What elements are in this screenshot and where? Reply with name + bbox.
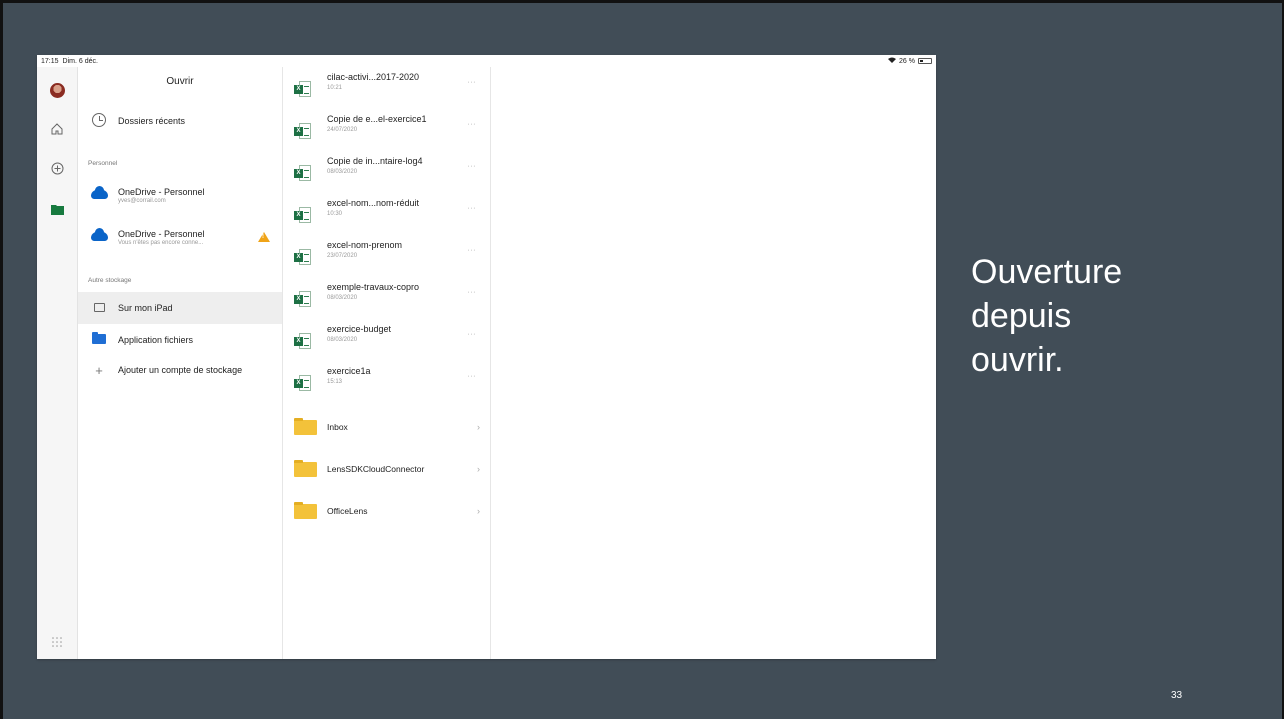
- file-row[interactable]: X exemple-travaux-copro 08/03/2020 ···: [284, 279, 490, 319]
- file-date: 10:30: [327, 211, 343, 217]
- plus-icon: +: [95, 362, 103, 378]
- file-name: exercice-budget: [327, 324, 392, 334]
- file-row[interactable]: X exercice-budget 08/03/2020 ···: [284, 321, 490, 361]
- warning-icon: !: [258, 232, 270, 242]
- section-other-storage: Autre stockage: [88, 277, 132, 284]
- more-icon[interactable]: ···: [468, 331, 477, 338]
- file-name: exercice1a: [327, 366, 371, 376]
- chevron-right-icon: ›: [477, 506, 480, 516]
- open-panel: Ouvrir Dossiers récents Personnel OneDri…: [78, 67, 283, 659]
- onedrive-personal-item[interactable]: OneDrive - Personnel yves@corrail.com: [78, 177, 282, 213]
- status-right: 26 %: [888, 57, 932, 65]
- ipad-icon: [93, 302, 105, 312]
- excel-file-icon: X: [294, 291, 311, 307]
- avatar[interactable]: [50, 83, 65, 98]
- onedrive-account: yves@corrail.com: [118, 197, 166, 204]
- home-icon[interactable]: [49, 123, 65, 139]
- status-date: Dim. 6 déc.: [62, 57, 98, 65]
- excel-file-icon: X: [294, 375, 311, 391]
- more-icon[interactable]: ···: [468, 289, 477, 296]
- open-folder-icon[interactable]: [49, 203, 65, 219]
- recent-folders-label: Dossiers récents: [118, 116, 186, 126]
- file-name: excel-nom...nom-réduit: [327, 198, 420, 208]
- excel-file-icon: X: [294, 333, 311, 349]
- folder-name: LensSDKCloudConnector: [327, 464, 425, 474]
- on-ipad-label: Sur mon iPad: [118, 303, 173, 313]
- page-number: 33: [1171, 690, 1183, 701]
- more-icon[interactable]: ···: [468, 205, 477, 212]
- file-row[interactable]: X excel-nom...nom-réduit 10:30 ···: [284, 195, 490, 235]
- section-personal: Personnel: [88, 160, 118, 167]
- onedrive-personal-item-2[interactable]: OneDrive - Personnel Vous n'êtes pas enc…: [78, 219, 282, 255]
- on-ipad-item[interactable]: Sur mon iPad: [78, 292, 282, 324]
- onedrive-title: OneDrive - Personnel: [118, 228, 205, 239]
- file-row[interactable]: X Copie de e...el-exercice1 24/07/2020 ·…: [284, 111, 490, 151]
- caption-line: Ouverture: [971, 253, 1123, 291]
- more-icon[interactable]: ···: [468, 121, 477, 128]
- file-date: 15:13: [327, 379, 343, 385]
- add-storage-label: Ajouter un compte de stockage: [118, 365, 243, 375]
- files-app-item[interactable]: Application fichiers: [78, 324, 282, 356]
- recent-folders-item[interactable]: Dossiers récents: [78, 105, 282, 137]
- excel-file-icon: X: [294, 165, 311, 181]
- folder-row[interactable]: Inbox ›: [284, 407, 490, 447]
- folder-row[interactable]: LensSDKCloudConnector ›: [284, 449, 490, 489]
- file-name: excel-nom-prenom: [327, 240, 403, 250]
- files-app-label: Application fichiers: [118, 335, 194, 345]
- file-date: 08/03/2020: [327, 337, 358, 343]
- battery-percent: 26 %: [899, 57, 915, 65]
- excel-file-icon: X: [294, 123, 311, 139]
- folder-icon: [294, 417, 317, 435]
- caption-line: depuis: [971, 297, 1072, 335]
- file-date: 08/03/2020: [327, 169, 358, 175]
- onedrive-icon: [90, 185, 108, 199]
- file-row[interactable]: X excel-nom-prenom 23/07/2020 ···: [284, 237, 490, 277]
- file-name: Copie de e...el-exercice1: [327, 114, 427, 124]
- file-list: X cilac-activi...2017-2020 10:21 ··· X C…: [284, 67, 491, 659]
- excel-file-icon: X: [294, 207, 311, 223]
- more-icon[interactable]: ···: [468, 247, 477, 254]
- folder-icon: [294, 459, 317, 477]
- chevron-right-icon: ›: [477, 464, 480, 474]
- more-icon[interactable]: ···: [468, 79, 477, 86]
- apps-grid-icon[interactable]: [49, 635, 65, 651]
- file-date: 08/03/2020: [327, 295, 358, 301]
- file-name: Copie de in...ntaire-log4: [327, 156, 423, 166]
- slide-caption: Ouverture depuis ouvrir.: [971, 250, 1211, 382]
- clock-icon: [92, 113, 106, 127]
- file-date: 24/07/2020: [327, 127, 358, 133]
- status-bar: 17:15 Dim. 6 déc. 26 %: [37, 55, 936, 67]
- file-name: exemple-travaux-copro: [327, 282, 420, 292]
- folder-row[interactable]: OfficeLens ›: [284, 491, 490, 531]
- caption-line: ouvrir.: [971, 341, 1064, 379]
- onedrive-title: OneDrive - Personnel: [118, 186, 205, 197]
- battery-icon: [918, 58, 932, 64]
- ipad-screenshot: 17:15 Dim. 6 déc. 26 % Ouvrir Dossiers r: [37, 55, 936, 659]
- file-row[interactable]: X cilac-activi...2017-2020 10:21 ···: [284, 69, 490, 109]
- status-time: 17:15: [41, 57, 59, 65]
- panel-title: Ouvrir: [166, 76, 194, 87]
- folder-name: Inbox: [327, 422, 348, 432]
- files-app-icon: [92, 332, 106, 344]
- new-icon[interactable]: [49, 162, 65, 178]
- nav-rail: [37, 67, 78, 659]
- more-icon[interactable]: ···: [468, 373, 477, 380]
- chevron-right-icon: ›: [477, 422, 480, 432]
- file-date: 23/07/2020: [327, 253, 358, 259]
- excel-file-icon: X: [294, 249, 311, 265]
- more-icon[interactable]: ···: [468, 163, 477, 170]
- file-row[interactable]: X Copie de in...ntaire-log4 08/03/2020 ·…: [284, 153, 490, 193]
- add-storage-item[interactable]: + Ajouter un compte de stockage: [78, 354, 282, 386]
- onedrive-status: Vous n'êtes pas encore conne...: [118, 239, 204, 246]
- file-date: 10:21: [327, 85, 343, 91]
- excel-file-icon: X: [294, 81, 311, 97]
- file-row[interactable]: X exercice1a 15:13 ···: [284, 363, 490, 403]
- folder-icon: [294, 501, 317, 519]
- onedrive-icon: [90, 227, 108, 241]
- folder-name: OfficeLens: [327, 506, 368, 516]
- file-name: cilac-activi...2017-2020: [327, 72, 420, 82]
- wifi-icon: [888, 57, 897, 65]
